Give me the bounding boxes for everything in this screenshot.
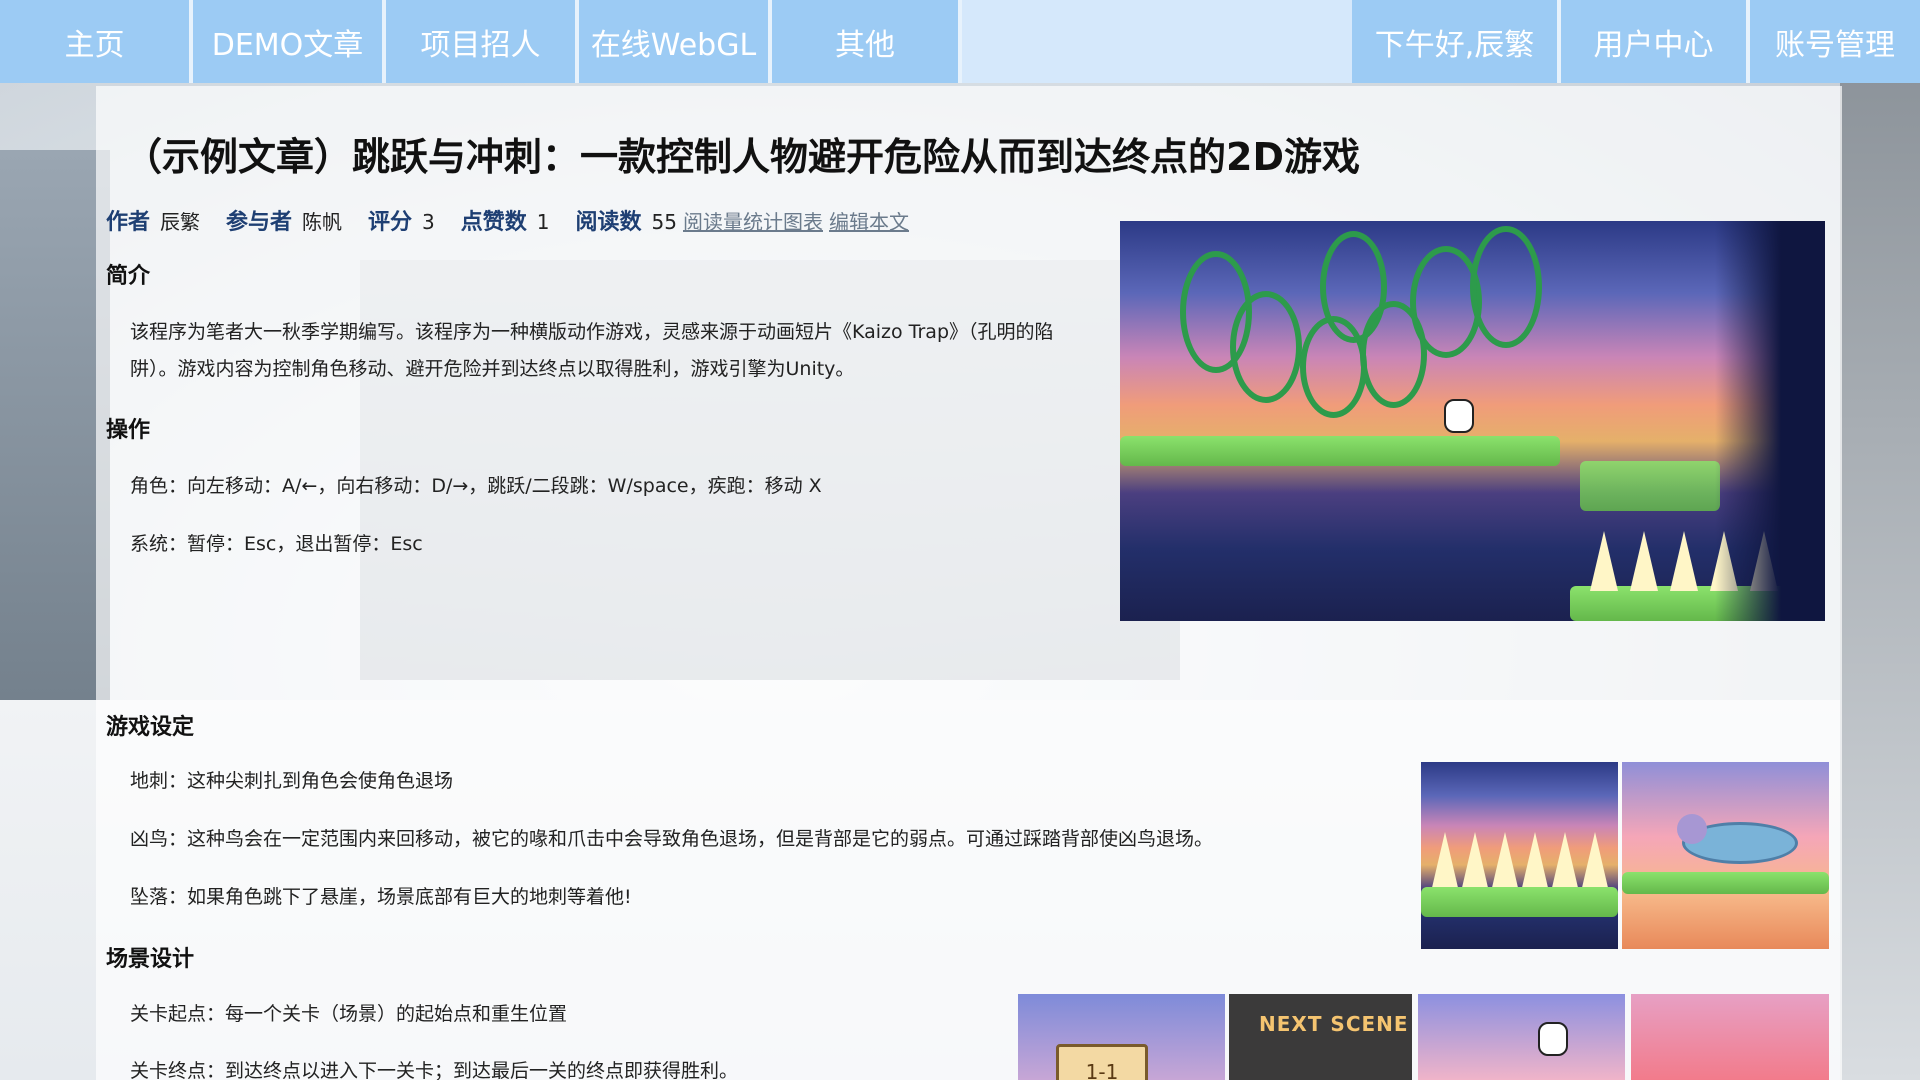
sunset-thumbnail bbox=[1631, 994, 1829, 1080]
reads-label: 阅读数 bbox=[575, 210, 642, 235]
level-start-thumbnail: 1-1 bbox=[1018, 994, 1225, 1080]
bird-thumbnail bbox=[1622, 762, 1829, 949]
tree-decoration bbox=[1230, 291, 1302, 403]
scene-start: 关卡起点：每一个关卡（场景）的起始点和重生位置 bbox=[130, 1003, 568, 1025]
character-thumbnail bbox=[1418, 994, 1625, 1080]
nav-home[interactable]: 主页 bbox=[0, 0, 193, 83]
edit-article-link[interactable]: 编辑本文 bbox=[829, 206, 909, 235]
setting-spikes: 地刺：这种尖刺扎到角色会使角色退场 bbox=[130, 770, 454, 792]
spike bbox=[1461, 832, 1489, 892]
spike bbox=[1521, 832, 1549, 892]
next-scene-thumbnail: NEXT SCENE bbox=[1229, 994, 1412, 1080]
grass-platform bbox=[1622, 872, 1829, 894]
controls-character: 角色：向左移动：A/←，向右移动：D/→，跳跃/二段跳：W/space，疾跑：移… bbox=[130, 475, 822, 497]
spike bbox=[1670, 531, 1698, 591]
nav-spacer bbox=[962, 0, 1352, 83]
nav-demo-articles[interactable]: DEMO文章 bbox=[193, 0, 386, 83]
participant-label: 参与者 bbox=[226, 210, 293, 235]
grass-platform bbox=[1580, 461, 1720, 511]
stats-chart-link[interactable]: 阅读量统计图表 bbox=[683, 206, 823, 235]
intro-paragraph-line-2: 阱）。游戏内容为控制角色移动、避开危险并到达终点以取得胜利，游戏引擎为Unity… bbox=[130, 358, 855, 380]
scene-end: 关卡终点：到达终点以进入下一关卡；到达最后一关的终点即获得胜利。 bbox=[130, 1060, 739, 1080]
spike-thumbnail bbox=[1421, 762, 1618, 949]
reads-value: 55 bbox=[651, 210, 677, 234]
participant-value: 陈帆 bbox=[302, 210, 343, 234]
author-label: 作者 bbox=[106, 210, 151, 235]
intro-paragraph-line-1: 该程序为笔者大一秋季学期编写。该程序为一种横版动作游戏，灵感来源于动画短片《Ka… bbox=[130, 321, 1054, 343]
section-title-scene-design: 场景设计 bbox=[106, 947, 195, 972]
section-title-intro: 简介 bbox=[106, 264, 151, 289]
nav-recruit[interactable]: 项目招人 bbox=[386, 0, 579, 83]
screenshot-shadow bbox=[1715, 221, 1825, 621]
nav-account-management[interactable]: 账号管理 bbox=[1750, 0, 1920, 83]
game-screenshot-main bbox=[1120, 221, 1825, 621]
article-title: （示例文章）跳跃与冲刺：一款控制人物避开危险从而到达终点的2D游戏 bbox=[124, 135, 1360, 179]
article-meta: 作者 辰繁 参与者 陈帆 评分 3 点赞数 1 阅读数 55 阅读量统计图表 编… bbox=[106, 204, 915, 236]
section-title-controls: 操作 bbox=[106, 418, 151, 443]
nav-greeting[interactable]: 下午好,辰繁 bbox=[1352, 0, 1561, 83]
spike bbox=[1551, 832, 1579, 892]
likes-value: 1 bbox=[536, 210, 550, 234]
nav-user-center[interactable]: 用户中心 bbox=[1561, 0, 1750, 83]
author-value: 辰繁 bbox=[160, 210, 201, 234]
bird-head bbox=[1677, 814, 1707, 844]
spike bbox=[1431, 832, 1459, 892]
player-character bbox=[1444, 399, 1474, 433]
likes-label: 点赞数 bbox=[460, 210, 527, 235]
rating-label: 评分 bbox=[368, 210, 413, 235]
nav-webgl[interactable]: 在线WebGL bbox=[579, 0, 772, 83]
article-panel: （示例文章）跳跃与冲刺：一款控制人物避开危险从而到达终点的2D游戏 作者 辰繁 … bbox=[96, 86, 1842, 1080]
setting-fall: 坠落：如果角色跳下了悬崖，场景底部有巨大的地刺等着他! bbox=[130, 886, 632, 908]
tree-decoration bbox=[1470, 226, 1542, 348]
controls-system: 系统：暂停：Esc，退出暂停：Esc bbox=[130, 533, 423, 555]
level-sign: 1-1 bbox=[1056, 1044, 1148, 1080]
spike bbox=[1630, 531, 1658, 591]
spike bbox=[1590, 531, 1618, 591]
spike bbox=[1581, 832, 1609, 892]
spike bbox=[1491, 832, 1519, 892]
setting-bird: 凶鸟：这种鸟会在一定范围内来回移动，被它的喙和爪击中会导致角色退场，但是背部是它… bbox=[130, 828, 1214, 850]
grass-platform bbox=[1120, 436, 1560, 466]
section-title-settings: 游戏设定 bbox=[106, 715, 195, 740]
rating-value: 3 bbox=[422, 210, 435, 234]
grass-platform bbox=[1421, 887, 1618, 917]
next-scene-text: NEXT SCENE bbox=[1259, 1012, 1409, 1036]
top-navigation: 主页 DEMO文章 项目招人 在线WebGL 其他 下午好,辰繁 用户中心 账号… bbox=[0, 0, 1920, 83]
background-tree bbox=[1840, 80, 1920, 1080]
player-character bbox=[1538, 1022, 1568, 1056]
nav-other[interactable]: 其他 bbox=[772, 0, 962, 83]
